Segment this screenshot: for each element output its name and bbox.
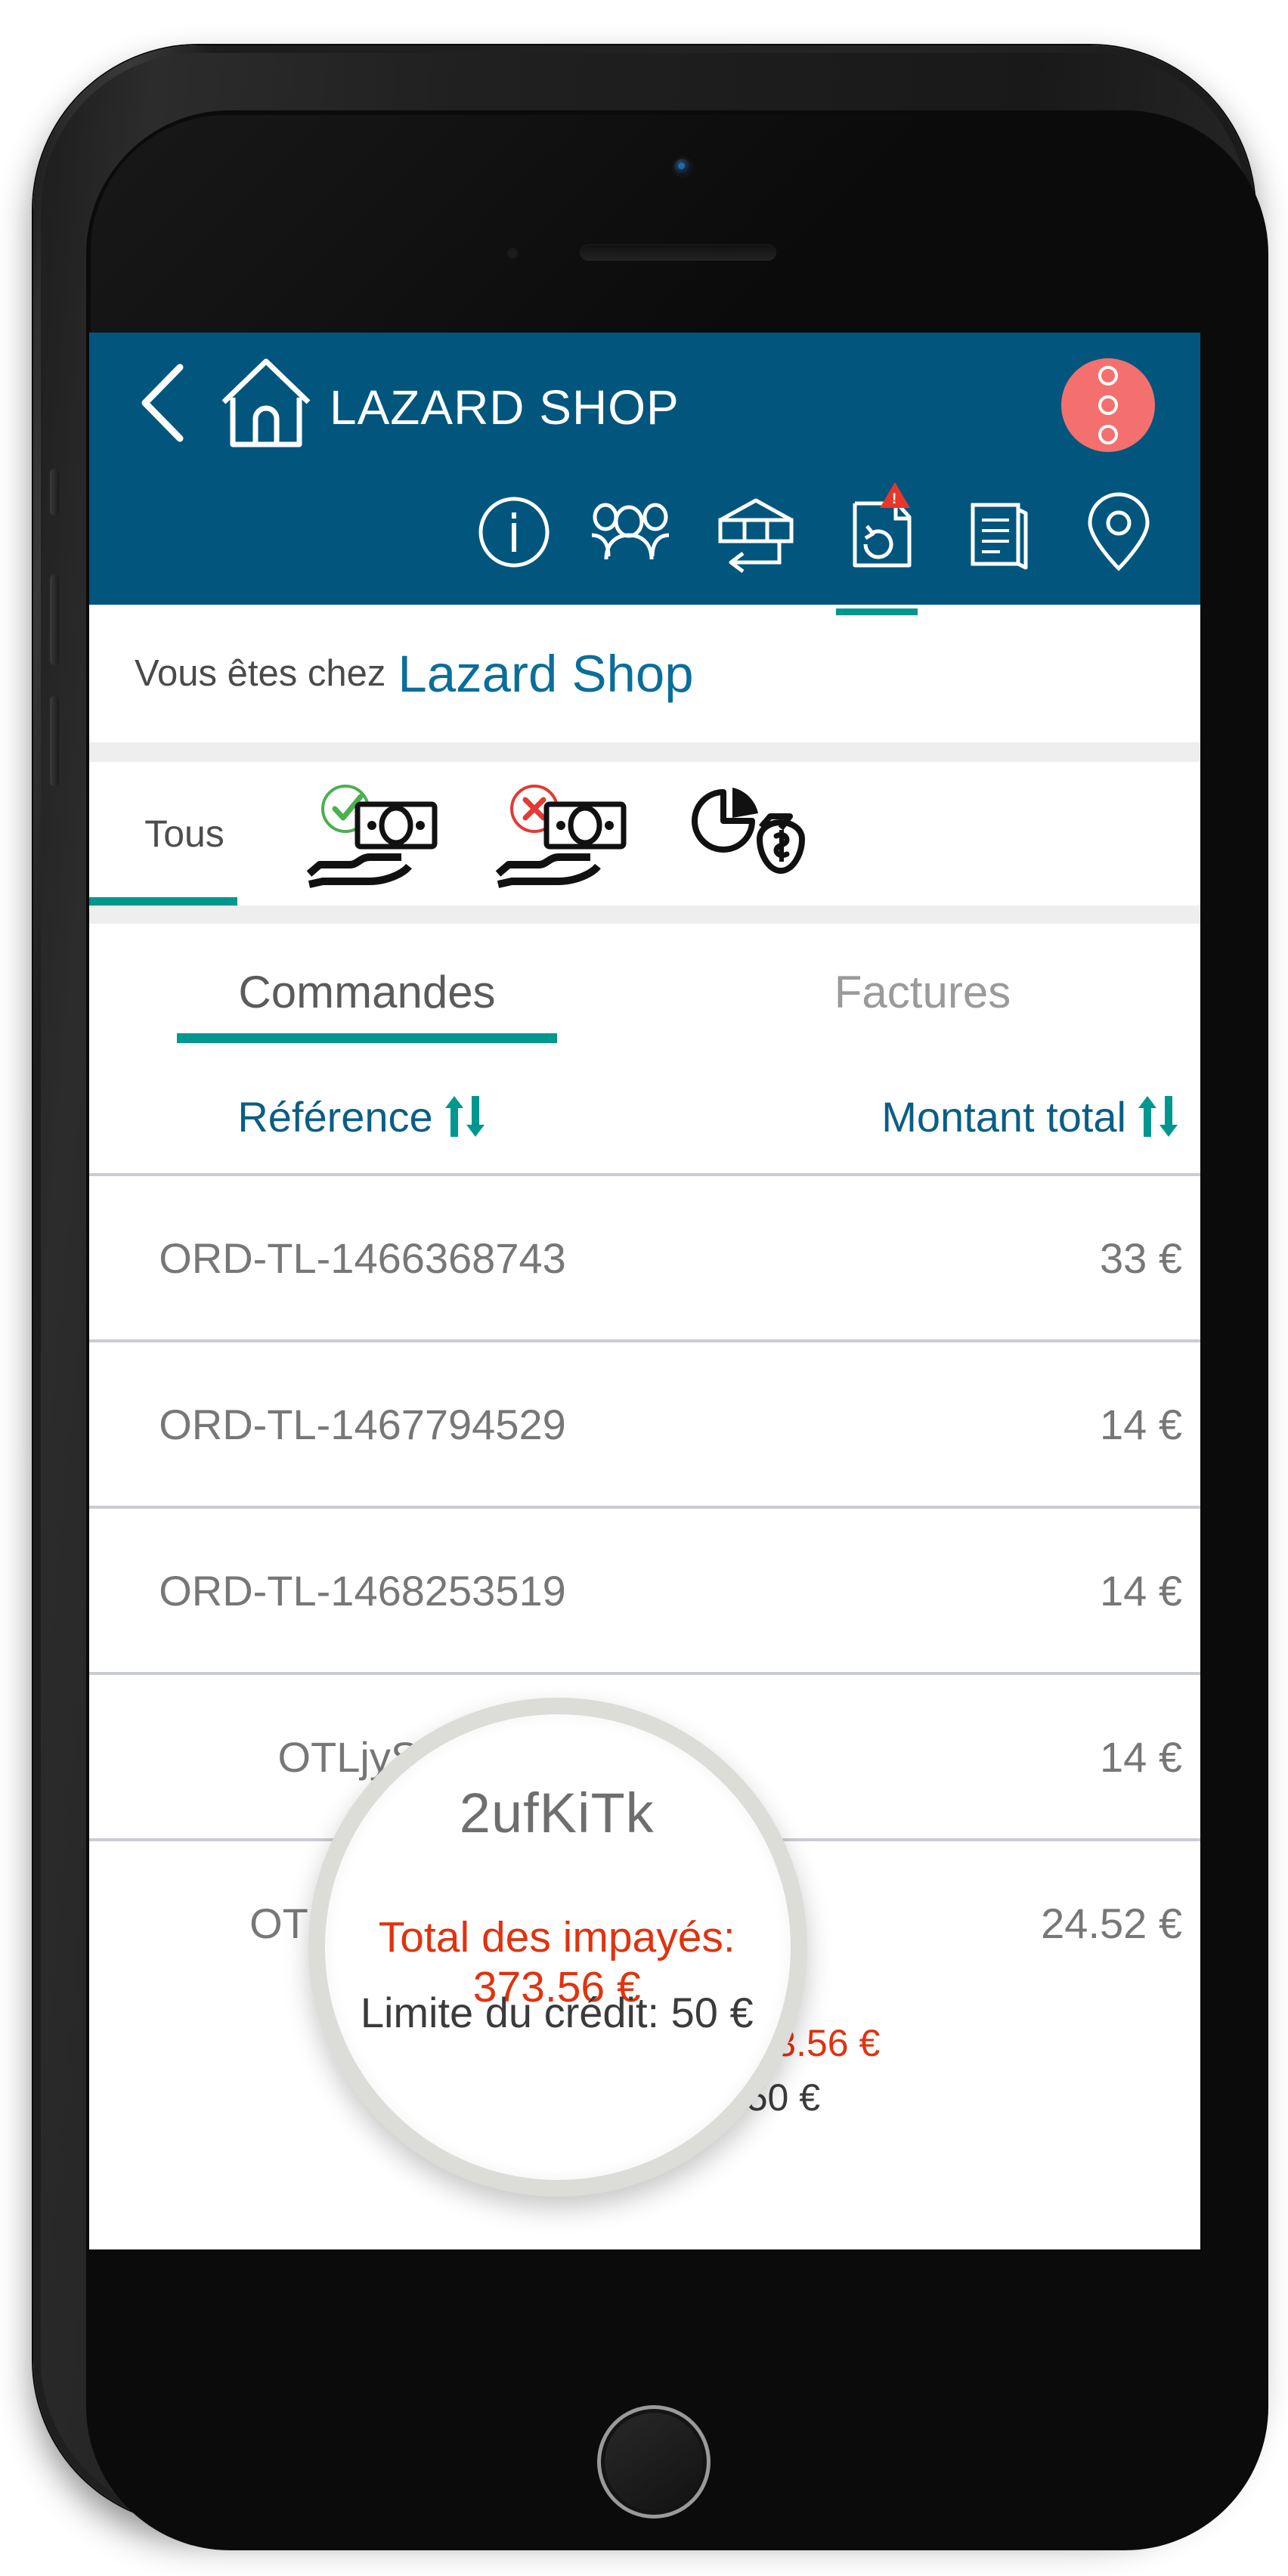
breadcrumb: Vous êtes chez Lazard Shop bbox=[89, 605, 1200, 742]
tab-info[interactable] bbox=[454, 476, 574, 615]
volume-down-button[interactable] bbox=[50, 695, 59, 786]
column-header-reference[interactable]: Référence bbox=[89, 1092, 634, 1141]
cell-reference: ORD-TL-1468253519 bbox=[159, 1566, 566, 1615]
tab-contacts[interactable] bbox=[574, 476, 695, 615]
proximity-sensor-icon bbox=[507, 248, 518, 259]
package-return-icon bbox=[718, 498, 794, 573]
filter-all-label: Tous bbox=[144, 813, 224, 855]
section-divider-top bbox=[89, 742, 1200, 762]
kebab-menu-icon[interactable] bbox=[1061, 358, 1155, 452]
kebab-dot-1 bbox=[1098, 366, 1118, 385]
cell-amount: 14 € bbox=[1100, 1566, 1182, 1615]
tab-documents[interactable]: ! bbox=[816, 476, 937, 615]
mute-switch[interactable] bbox=[50, 469, 59, 516]
magnified-reference: 2ufKiTk bbox=[459, 1782, 655, 1844]
table-row[interactable]: ORD-TL-1467794529 14 € bbox=[89, 1342, 1200, 1506]
screenshot-stage: LAZARD SHOP ! Vous êtes chez Lazard Shop… bbox=[0, 0, 1288, 2576]
sort-updown-icon[interactable] bbox=[1137, 1093, 1179, 1140]
home-icon[interactable] bbox=[218, 355, 314, 449]
table-column-headers: Référence Montant total bbox=[89, 1060, 1200, 1173]
column-header-amount[interactable]: Montant total bbox=[634, 1092, 1200, 1141]
filter-partial[interactable] bbox=[658, 762, 847, 906]
warning-triangle-icon: ! bbox=[880, 482, 910, 508]
magnified-credit-limit: Limite du crédit: 50 € bbox=[360, 1989, 754, 2036]
info-circle-icon bbox=[478, 497, 550, 568]
magnifier-lens: 2ufKiTk Total des impayés: 373.56 € Limi… bbox=[308, 1698, 807, 2197]
kebab-dot-3 bbox=[1098, 425, 1118, 444]
filter-row: Tous bbox=[89, 762, 1200, 906]
column-header-reference-label: Référence bbox=[237, 1092, 433, 1141]
tab-commandes[interactable]: Commandes bbox=[89, 924, 645, 1060]
cell-reference: ORD-TL-1467794529 bbox=[159, 1400, 566, 1448]
kebab-dot-2 bbox=[1098, 395, 1118, 415]
paid-cash-hand-icon bbox=[306, 785, 438, 888]
page-title: LAZARD SHOP bbox=[330, 380, 680, 435]
warning-exclamation: ! bbox=[892, 491, 897, 507]
map-pin-icon bbox=[1088, 492, 1150, 571]
magnifier-content: 2ufKiTk Total des impayés: 373.56 € Limi… bbox=[325, 1714, 790, 2180]
back-chevron-icon[interactable] bbox=[136, 361, 189, 444]
cell-amount: 33 € bbox=[1100, 1234, 1182, 1282]
filter-paid[interactable] bbox=[280, 762, 469, 906]
camera-lens-dot bbox=[678, 163, 685, 169]
home-button[interactable] bbox=[597, 2405, 711, 2519]
breadcrumb-shop-name: Lazard Shop bbox=[398, 644, 694, 703]
earpiece-speaker bbox=[580, 244, 776, 261]
volume-up-button[interactable] bbox=[50, 574, 59, 665]
tab-factures[interactable]: Factures bbox=[645, 924, 1200, 1060]
notebook-icon bbox=[971, 503, 1028, 570]
filter-all[interactable]: Tous bbox=[89, 762, 280, 906]
app-header-bar: LAZARD SHOP bbox=[89, 333, 1200, 476]
table-row[interactable]: ORD-TL-1466368743 33 € bbox=[89, 1176, 1200, 1339]
section-divider-filters bbox=[89, 906, 1200, 924]
users-icon bbox=[591, 503, 670, 560]
icon-tab-strip: ! bbox=[89, 476, 1200, 615]
cell-reference: ORD-TL-1466368743 bbox=[159, 1234, 566, 1282]
filter-unpaid[interactable] bbox=[469, 762, 658, 906]
tab-factures-label: Factures bbox=[834, 966, 1011, 1017]
document-sync-icon bbox=[853, 501, 912, 568]
tab-commandes-label: Commandes bbox=[238, 966, 496, 1017]
breadcrumb-prefix: Vous êtes chez bbox=[135, 653, 386, 694]
tab-notes[interactable] bbox=[937, 476, 1058, 615]
cell-amount: 14 € bbox=[1100, 1400, 1182, 1448]
money-bag-chart-icon bbox=[692, 788, 806, 875]
tab-location[interactable] bbox=[1058, 476, 1179, 615]
sort-updown-icon[interactable] bbox=[444, 1093, 486, 1140]
table-row[interactable]: ORD-TL-1468253519 14 € bbox=[89, 1509, 1200, 1672]
tab-returns[interactable] bbox=[695, 476, 816, 615]
column-header-amount-label: Montant total bbox=[881, 1092, 1126, 1141]
main-tab-strip: Commandes Factures bbox=[89, 924, 1200, 1060]
unpaid-cash-hand-icon bbox=[495, 785, 627, 888]
